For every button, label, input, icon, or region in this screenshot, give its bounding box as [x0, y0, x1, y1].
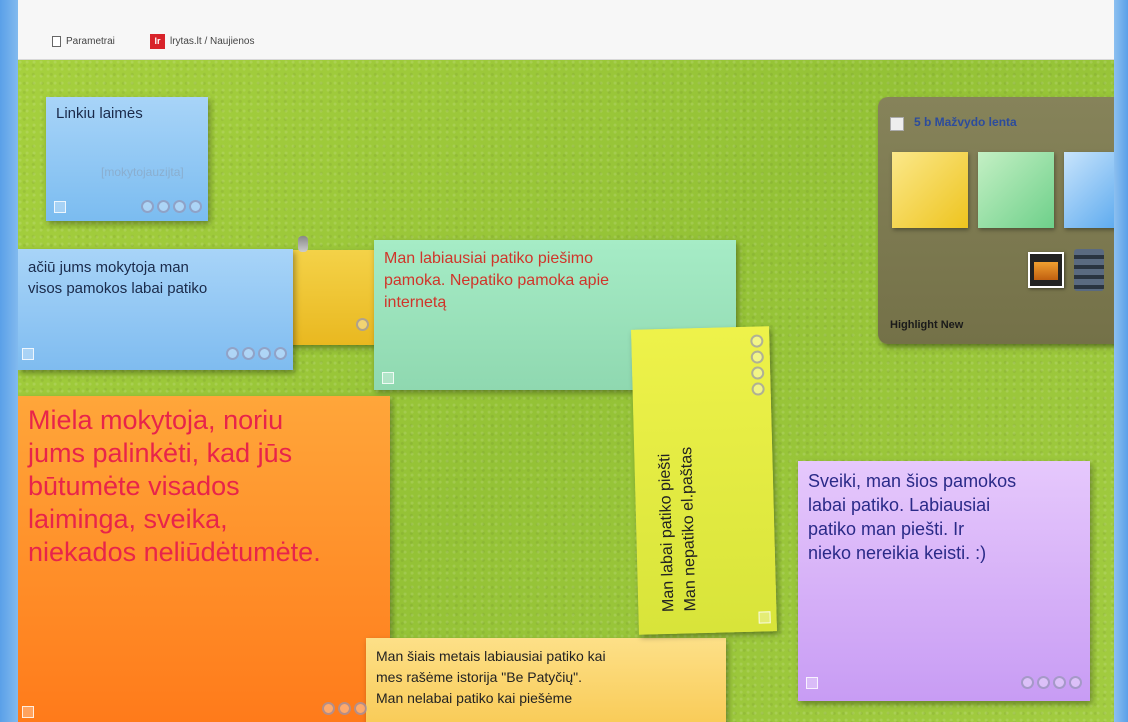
vote-dot-icon[interactable] — [322, 702, 335, 715]
vote-dot-icon[interactable] — [1021, 676, 1034, 689]
vote-dot-icon[interactable] — [750, 334, 764, 348]
vote-dot-icon[interactable] — [157, 200, 170, 213]
vote-dot-icon[interactable] — [1069, 676, 1082, 689]
smiley-icon[interactable] — [54, 201, 66, 213]
note-text: Linkiu laimės — [56, 105, 143, 122]
vote-dot-icon[interactable] — [141, 200, 154, 213]
sticky-note[interactable]: Man šiais metais labiausiai patiko kai m… — [366, 638, 726, 722]
sticky-note[interactable]: ačiū jums mokytoja man visos pamokos lab… — [18, 249, 293, 370]
smiley-icon[interactable] — [22, 348, 34, 360]
vote-dot-icon[interactable] — [751, 382, 765, 396]
note-vote-dots — [322, 702, 367, 715]
bookmark-label: Parametrai — [66, 35, 115, 47]
note-text: Man šiais metais labiausiai patiko kai m… — [376, 648, 606, 706]
vote-dot-icon[interactable] — [226, 347, 239, 360]
smiley-icon[interactable] — [758, 611, 771, 624]
note-vote-dots — [226, 347, 287, 360]
note-text: Man labiausiai patiko piešimo pamoka. Ne… — [384, 250, 610, 311]
sticky-note[interactable]: Miela mokytoja, noriu jums palinkėti, ka… — [18, 396, 390, 722]
film-icon[interactable] — [1074, 249, 1104, 291]
note-text: Miela mokytoja, noriu jums palinkėti, ka… — [28, 405, 321, 567]
note-signature: [mokytojauzijta] — [101, 165, 184, 179]
vote-dot-icon[interactable] — [354, 702, 367, 715]
pin-icon — [298, 236, 308, 252]
note-vote-dots — [1021, 676, 1082, 689]
green-note-swatch[interactable] — [978, 152, 1054, 228]
note-vote-dots — [141, 200, 202, 213]
smiley-icon[interactable] — [806, 677, 818, 689]
highlight-new-toggle[interactable]: Highlight New — [890, 319, 963, 331]
smiley-icon[interactable] — [22, 706, 34, 718]
sticky-note[interactable]: Man labai patiko piešti Man nepatiko el.… — [631, 326, 777, 635]
sticky-note[interactable]: Linkiu laimės [mokytojauzijta] — [46, 97, 208, 221]
note-vote-dots — [750, 334, 765, 396]
bookmark-lrytas[interactable]: lr lrytas.lt / Naujienos — [150, 32, 254, 50]
vote-dot-icon[interactable] — [173, 200, 186, 213]
bookmarks-bar: Parametrai lr lrytas.lt / Naujienos — [18, 0, 1118, 60]
smiley-icon[interactable] — [382, 372, 394, 384]
note-palette: 5 b Mažvydo lenta Highlight New — [878, 97, 1118, 344]
vote-dot-icon[interactable] — [242, 347, 255, 360]
vote-dot-icon[interactable] — [356, 318, 369, 331]
board-title: 5 b Mažvydo lenta — [914, 115, 1017, 129]
window-frame — [1114, 0, 1128, 722]
vote-dot-icon[interactable] — [338, 702, 351, 715]
vote-dot-icon[interactable] — [1037, 676, 1050, 689]
note-text: ačiū jums mokytoja man visos pamokos lab… — [28, 259, 208, 297]
vote-dot-icon[interactable] — [1053, 676, 1066, 689]
note-vote-dots — [356, 318, 369, 331]
yellow-note-swatch[interactable] — [892, 152, 968, 228]
note-text: Man labai patiko piešti Man nepatiko el.… — [656, 446, 700, 613]
image-icon[interactable] — [1028, 252, 1064, 288]
note-text: Sveiki, man šios pamokos labai patiko. L… — [808, 471, 1017, 563]
sticky-board[interactable]: Linkiu laimės [mokytojauzijta] ačiū jums… — [18, 60, 1118, 722]
vote-dot-icon[interactable] — [189, 200, 202, 213]
lr-logo-icon: lr — [150, 33, 165, 49]
document-icon — [52, 35, 61, 47]
bookmark-parametrai[interactable]: Parametrai — [52, 32, 115, 50]
blue-note-swatch[interactable] — [1064, 152, 1118, 228]
bookmark-label: lrytas.lt / Naujienos — [170, 35, 255, 47]
sticky-note[interactable]: Sveiki, man šios pamokos labai patiko. L… — [798, 461, 1090, 701]
vote-dot-icon[interactable] — [751, 366, 765, 380]
vote-dot-icon[interactable] — [258, 347, 271, 360]
board-icon — [890, 117, 904, 131]
vote-dot-icon[interactable] — [274, 347, 287, 360]
vote-dot-icon[interactable] — [750, 350, 764, 364]
